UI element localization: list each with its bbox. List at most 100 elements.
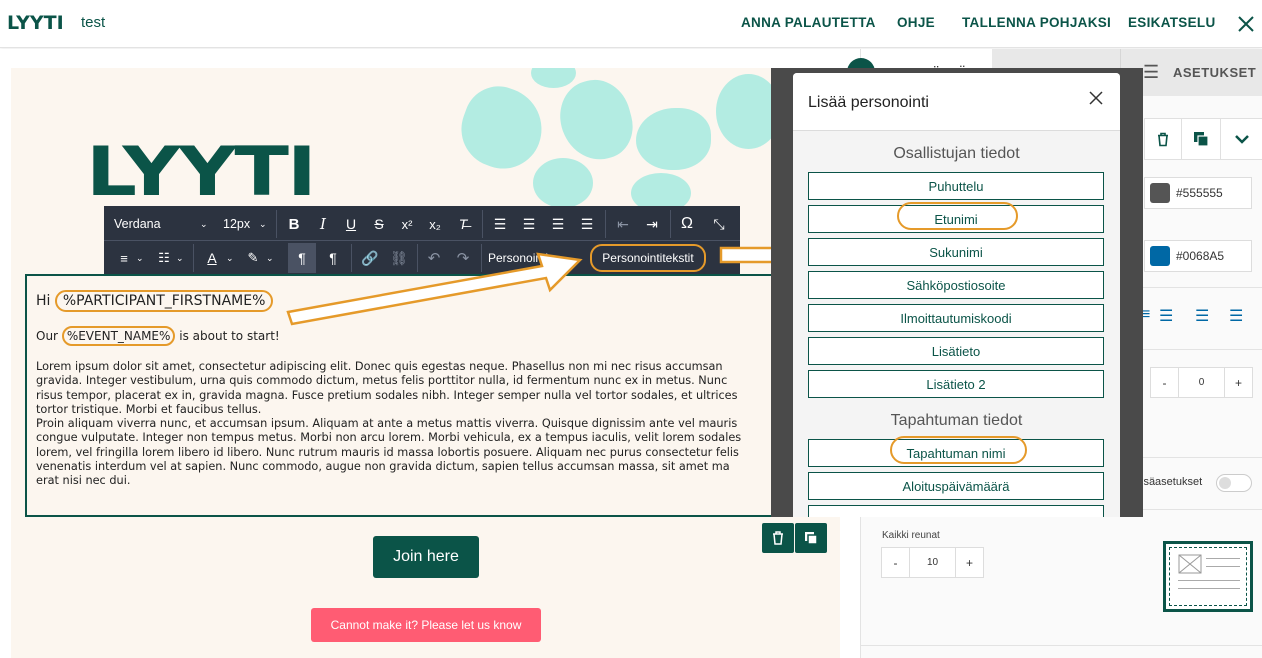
divider bbox=[861, 645, 1262, 646]
toolbar-divider bbox=[482, 210, 483, 238]
color-field-text[interactable]: #555555 bbox=[1144, 177, 1252, 209]
close-icon[interactable] bbox=[1089, 91, 1105, 107]
italic-icon[interactable]: I bbox=[314, 213, 332, 235]
stepper-value[interactable]: 0 bbox=[1179, 368, 1225, 397]
color-value-2: #0068A5 bbox=[1176, 249, 1225, 263]
font-size-select[interactable]: 12px bbox=[223, 213, 250, 235]
line-decoration bbox=[1178, 588, 1240, 589]
greeting-line: Hi %PARTICIPANT_FIRSTNAME% bbox=[36, 290, 274, 312]
duplicate-button[interactable] bbox=[1182, 119, 1221, 159]
decor-blob bbox=[636, 108, 711, 170]
nav-esikatselu[interactable]: ESIKATSELU bbox=[1128, 15, 1216, 30]
align-justify-icon[interactable]: ☰ bbox=[577, 213, 597, 235]
chevron-down-icon bbox=[1235, 135, 1249, 144]
numbered-list-icon[interactable]: ≡ bbox=[114, 247, 134, 269]
decor-blob bbox=[531, 68, 576, 88]
chevron-down-icon: ⌄ bbox=[136, 252, 144, 263]
event-name-tag[interactable]: %EVENT_NAME% bbox=[61, 326, 176, 346]
stepper-plus[interactable]: + bbox=[956, 548, 983, 577]
chevron-down-icon: ⌄ bbox=[226, 252, 234, 263]
tab-asetukset-label: ASETUKSET bbox=[1173, 65, 1257, 80]
option-partial[interactable] bbox=[808, 505, 1104, 517]
strikethrough-icon[interactable]: S bbox=[370, 213, 388, 235]
option-ilmoittautumiskoodi[interactable]: Ilmoittautumiskoodi bbox=[808, 304, 1104, 332]
toggle-knob bbox=[1219, 477, 1231, 489]
option-lisatieto-2[interactable]: Lisätieto 2 bbox=[808, 370, 1104, 398]
lyyti-logo: LYYTI bbox=[7, 12, 64, 34]
option-aloituspaivamaara[interactable]: Aloituspäivämäärä bbox=[808, 472, 1104, 500]
font-family-select[interactable]: Verdana bbox=[114, 213, 161, 235]
personointitekstit-button[interactable]: Personointitekstit bbox=[590, 244, 706, 272]
color-swatch-blue bbox=[1150, 246, 1170, 266]
expand-button[interactable] bbox=[1221, 119, 1262, 159]
option-sahkopostiosoite[interactable]: Sähköpostiosoite bbox=[808, 271, 1104, 299]
trash-icon bbox=[1158, 132, 1168, 146]
section-participant-title: Osallistujan tiedot bbox=[893, 145, 1020, 162]
toolbar-divider bbox=[193, 244, 194, 272]
highlight-color-icon[interactable]: ✎ bbox=[243, 247, 263, 269]
special-char-icon[interactable]: Ω bbox=[676, 213, 698, 235]
close-icon[interactable] bbox=[1236, 14, 1256, 34]
bullet-list-icon[interactable]: ☷ bbox=[154, 247, 174, 269]
chevron-down-icon: ⌄ bbox=[200, 218, 208, 229]
image-placeholder-icon bbox=[1178, 554, 1202, 574]
option-sukunimi[interactable]: Sukunimi bbox=[808, 238, 1104, 266]
participant-firstname-tag[interactable]: %PARTICIPANT_FIRSTNAME% bbox=[54, 290, 274, 312]
align-center-icon[interactable]: ☰ bbox=[519, 213, 539, 235]
indent-icon[interactable]: ⇥ bbox=[641, 213, 663, 235]
color-field-link[interactable]: #0068A5 bbox=[1144, 240, 1252, 272]
duplicate-block-button[interactable] bbox=[795, 523, 827, 553]
subscript-icon[interactable]: x₂ bbox=[425, 213, 445, 235]
padding-preview bbox=[1163, 541, 1253, 612]
highlight-etunimi bbox=[897, 202, 1018, 230]
settings-list-icon: ☰ bbox=[1143, 62, 1160, 82]
document-name: test bbox=[81, 14, 106, 31]
option-lisatieto[interactable]: Lisätieto bbox=[808, 337, 1104, 365]
decor-blob bbox=[450, 76, 554, 180]
highlight-tapahtuman-nimi bbox=[890, 436, 1027, 464]
modal-title: Lisää personointi bbox=[808, 94, 929, 111]
join-here-button[interactable]: Join here bbox=[373, 536, 479, 578]
copy-icon bbox=[1194, 132, 1209, 147]
toolbar-divider bbox=[276, 210, 277, 238]
stepper-value[interactable]: 10 bbox=[910, 548, 956, 577]
clear-format-icon[interactable]: T̶ bbox=[454, 213, 472, 235]
stepper-minus[interactable]: - bbox=[882, 548, 910, 577]
top-bar: LYYTI test ANNA PALAUTETTA OHJE TALLENNA… bbox=[0, 0, 1262, 48]
copy-icon bbox=[805, 532, 818, 545]
nav-anna-palautetta[interactable]: ANNA PALAUTETTA bbox=[741, 15, 876, 30]
superscript-icon[interactable]: x² bbox=[397, 213, 417, 235]
delete-block-button[interactable] bbox=[762, 523, 794, 553]
lorem-paragraph: Lorem ipsum dolor sit amet, consectetur … bbox=[36, 360, 742, 488]
decor-blob bbox=[551, 72, 641, 168]
advanced-settings-toggle[interactable] bbox=[1216, 474, 1252, 492]
event-line: Our %EVENT_NAME% is about to start! bbox=[36, 326, 280, 346]
email-logo: LYYTI bbox=[86, 132, 317, 212]
line-decoration bbox=[1178, 580, 1240, 581]
align-center-option[interactable]: ☰ bbox=[1159, 306, 1173, 326]
align-justify-option[interactable]: ☰ bbox=[1229, 306, 1243, 326]
text-color-icon[interactable]: A bbox=[202, 247, 222, 269]
align-right-option[interactable]: ☰ bbox=[1195, 306, 1209, 326]
spacing-stepper: - 0 + bbox=[1150, 367, 1253, 398]
toolbar-divider bbox=[670, 210, 671, 238]
color-swatch-gray bbox=[1150, 183, 1170, 203]
align-left-icon[interactable]: ☰ bbox=[490, 213, 510, 235]
cannot-make-it-button[interactable]: Cannot make it? Please let us know bbox=[311, 608, 541, 642]
bold-icon[interactable]: B bbox=[285, 213, 303, 235]
underline-icon[interactable]: U bbox=[342, 213, 360, 235]
outdent-icon[interactable]: ⇤ bbox=[612, 213, 634, 235]
stepper-plus[interactable]: + bbox=[1225, 368, 1252, 397]
color-value-1: #555555 bbox=[1176, 186, 1223, 200]
align-right-icon[interactable]: ☰ bbox=[548, 213, 568, 235]
personalization-modal: Lisää personointi Osallistujan tiedot Pu… bbox=[793, 73, 1120, 517]
modal-header: Lisää personointi bbox=[793, 73, 1120, 131]
nav-tallenna-pohjaksi[interactable]: TALLENNA POHJAKSI bbox=[962, 15, 1111, 30]
chevron-down-icon: ⌄ bbox=[259, 218, 267, 229]
chevron-down-icon: ⌄ bbox=[176, 252, 184, 263]
option-puhuttelu[interactable]: Puhuttelu bbox=[808, 172, 1104, 200]
stepper-minus[interactable]: - bbox=[1151, 368, 1179, 397]
nav-ohje[interactable]: OHJE bbox=[897, 15, 935, 30]
all-borders-label: Kaikki reunat bbox=[882, 530, 940, 541]
delete-button[interactable] bbox=[1145, 119, 1182, 159]
